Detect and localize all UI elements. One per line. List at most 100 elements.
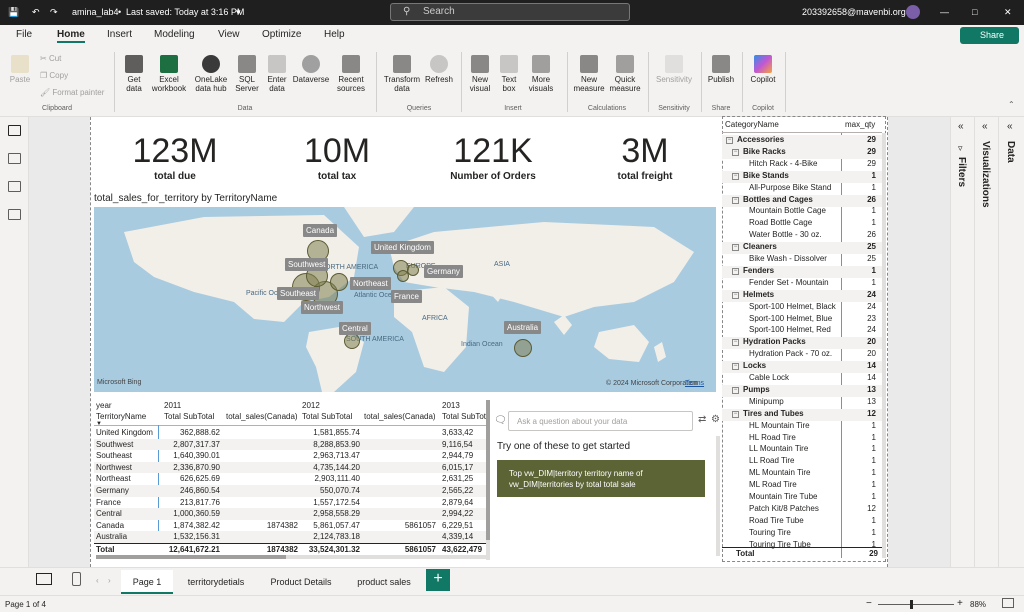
collapse-filters-icon[interactable]: « (958, 121, 964, 132)
table-row[interactable]: Australia 1,532,156.31 2,124,783.18 4,339,1… (94, 531, 490, 543)
collapse-icon[interactable]: − (732, 386, 739, 394)
publish-button[interactable]: Publish (705, 55, 737, 84)
category-row[interactable]: − Pumps 13 (722, 384, 882, 397)
product-row[interactable]: Cable Lock 14 (722, 373, 882, 385)
map-bubble-central[interactable] (344, 333, 360, 349)
data-pane[interactable]: « Data (998, 117, 1024, 567)
share-button[interactable]: Share (960, 27, 1019, 44)
visualizations-pane[interactable]: « Visualizations (974, 117, 998, 567)
collapse-icon[interactable]: − (732, 363, 739, 371)
refresh-button[interactable]: Refresh (423, 55, 455, 84)
saved-status[interactable]: Last saved: Today at 3:16 PM (126, 7, 244, 17)
filters-pane-label[interactable]: Filters (956, 157, 967, 187)
sensitivity-button[interactable]: Sensitivity (652, 55, 696, 84)
product-row[interactable]: All-Purpose Bike Stand 1 (722, 183, 882, 195)
sales-matrix[interactable]: year TerritoryName ▼ 2011 Total SubTotal… (94, 397, 490, 559)
table-row[interactable]: United Kingdom 362,888.62 1,581,855.74 3,63… (94, 427, 490, 439)
undo-icon[interactable]: ↶ (32, 7, 40, 18)
product-row[interactable]: Hitch Rack - 4-Bike 29 (722, 159, 882, 171)
category-row[interactable]: − Bottles and Cages 26 (722, 194, 882, 207)
product-row[interactable]: Patch Kit/8 Patches 12 (722, 504, 882, 516)
category-row[interactable]: − Helmets 24 (722, 289, 882, 302)
mobile-layout-icon[interactable] (72, 572, 81, 586)
product-row[interactable]: Water Bottle - 30 oz. 26 (722, 230, 882, 242)
scroll-thumb[interactable] (486, 400, 490, 540)
matrix-v-scrollbar[interactable] (486, 400, 490, 560)
copy-button[interactable]: ❐ Copy (40, 71, 68, 80)
category-row[interactable]: − Bike Stands 1 (722, 170, 882, 183)
qa-convert-icon[interactable]: ⇄ (698, 414, 706, 425)
enter-data-button[interactable]: Enter data (263, 55, 291, 93)
product-row[interactable]: Bike Wash - Dissolver 25 (722, 254, 882, 266)
format-painter-button[interactable]: 🖌 Format painter (40, 88, 104, 97)
close-icon[interactable]: ✕ (1004, 7, 1012, 18)
product-row[interactable]: Minipump 13 (722, 397, 882, 409)
visualizations-pane-label[interactable]: Visualizations (980, 141, 991, 208)
map-bubble-northeast[interactable] (330, 273, 348, 291)
card-total-tax[interactable]: 10M total tax (272, 133, 402, 182)
category-row[interactable]: − Bike Racks 29 (722, 146, 882, 159)
next-page-icon[interactable]: › (108, 576, 111, 585)
table-view-icon[interactable] (8, 153, 21, 164)
collapse-icon[interactable]: − (732, 148, 739, 156)
category-row[interactable]: − Locks 14 (722, 361, 882, 374)
tab-product-details[interactable]: Product Details (259, 570, 343, 594)
map-visual[interactable]: NORTH AMERICA Pacific Ocean Atlantic Oce… (94, 207, 716, 392)
table-row[interactable]: Southeast 1,640,390.01 2,963,713.47 2,944,7… (94, 450, 490, 462)
collapse-icon[interactable]: − (732, 267, 739, 275)
save-icon[interactable]: 💾 (8, 7, 19, 18)
product-row[interactable]: HL Road Tire 1 (722, 433, 882, 445)
model-view-icon[interactable] (8, 181, 21, 192)
table-row[interactable]: Canada 1,874,382.42 1874382 5,861,057.47 586… (94, 520, 490, 532)
category-row[interactable]: − Cleaners 25 (722, 242, 882, 255)
product-row[interactable]: LL Road Tire 1 (722, 456, 882, 468)
category-header-qty[interactable]: max_qty (845, 120, 875, 129)
tab-page-1[interactable]: Page 1 (121, 570, 173, 594)
gear-icon[interactable]: ⚙ (711, 414, 720, 425)
menu-view[interactable]: View (218, 29, 240, 40)
chevron-down-icon[interactable]: ▾ (236, 7, 241, 18)
collapse-visualizations-icon[interactable]: « (982, 121, 988, 132)
card-number-of-orders[interactable]: 121K Number of Orders (428, 133, 558, 182)
add-page-button[interactable]: + (426, 569, 450, 591)
maximize-icon[interactable]: □ (972, 7, 977, 17)
map-terms-link[interactable]: Terms (685, 380, 704, 387)
category-scrollbar[interactable] (882, 133, 886, 558)
dax-query-view-icon[interactable] (8, 209, 21, 220)
collapse-icon[interactable]: − (732, 244, 739, 252)
menu-insert[interactable]: Insert (107, 29, 132, 40)
card-total-due[interactable]: 123M total due (110, 133, 240, 182)
recent-sources-button[interactable]: Recent sources (333, 55, 369, 93)
product-row[interactable]: Mountain Tire Tube 1 (722, 492, 882, 504)
zoom-slider-thumb[interactable] (910, 600, 913, 609)
product-row[interactable]: Road Tire Tube 1 (722, 516, 882, 528)
zoom-out-icon[interactable]: − (866, 598, 872, 609)
zoom-slider[interactable] (878, 604, 954, 605)
category-row[interactable]: − Hydration Packs 20 (722, 337, 882, 350)
fit-to-page-icon[interactable] (1002, 598, 1014, 608)
table-row[interactable]: France 213,817.76 1,557,172.54 2,879,64 (94, 497, 490, 509)
new-measure-button[interactable]: New measure (571, 55, 607, 93)
excel-workbook-button[interactable]: Excel workbook (149, 55, 189, 93)
product-row[interactable]: Touring Tire 1 (722, 528, 882, 540)
collapse-icon[interactable]: − (726, 137, 733, 144)
table-row[interactable]: Germany 246,860.54 550,070.74 2,565,22 (94, 485, 490, 497)
qa-suggestion-button[interactable]: Top vw_DIM|territory territory name of v… (497, 460, 705, 497)
category-row[interactable]: − Tires and Tubes 12 (722, 408, 882, 421)
matrix-header-territory[interactable]: TerritoryName (96, 412, 146, 421)
zoom-level[interactable]: 88% (970, 600, 986, 609)
paste-button[interactable]: Paste (8, 55, 32, 84)
onelake-button[interactable]: OneLake data hub (190, 55, 232, 93)
menu-file[interactable]: File (16, 29, 32, 40)
table-row[interactable]: Northeast 626,625.69 2,903,111.40 2,631,25 (94, 473, 490, 485)
scroll-thumb[interactable] (96, 555, 286, 559)
quick-measure-button[interactable]: Quick measure (607, 55, 643, 93)
report-view-icon[interactable] (8, 125, 21, 136)
search-input[interactable]: ⚲ Search (390, 3, 630, 21)
get-data-button[interactable]: Get data (119, 55, 149, 93)
collapse-icon[interactable]: − (732, 291, 739, 299)
dataverse-button[interactable]: Dataverse (290, 55, 332, 84)
product-row[interactable]: HL Mountain Tire 1 (722, 421, 882, 433)
category-header-name[interactable]: CategoryName (725, 120, 779, 129)
qa-scrollbar[interactable] (716, 436, 720, 556)
